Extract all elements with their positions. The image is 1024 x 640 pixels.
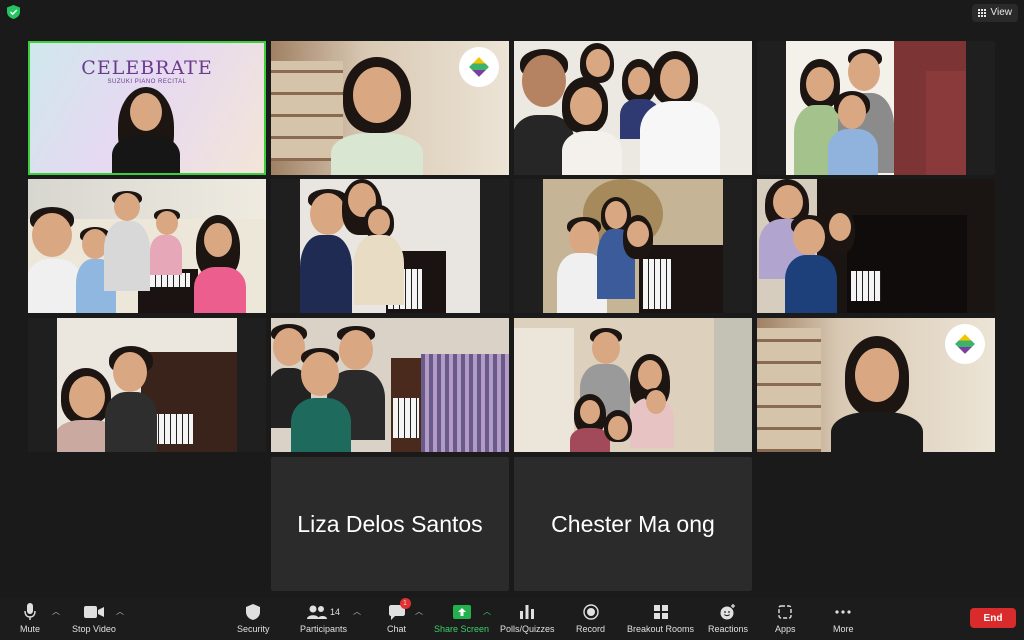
video-tile-celebrate[interactable]: CELEBRATE SUZUKI PIANO RECITAL xyxy=(28,41,266,175)
share-screen-button[interactable]: Share Screen xyxy=(434,603,489,634)
security-shield-icon xyxy=(246,604,261,620)
security-button[interactable]: Security xyxy=(237,603,270,634)
video-tile-10[interactable] xyxy=(271,318,509,452)
grid-view-icon xyxy=(977,8,987,18)
school-logo-icon xyxy=(945,324,985,364)
participants-options-caret-icon[interactable]: ︿ xyxy=(353,606,361,617)
apps-icon xyxy=(778,605,792,619)
encryption-shield-icon[interactable] xyxy=(7,5,20,19)
polls-quizzes-label: Polls/Quizzes xyxy=(500,624,555,634)
smiley-plus-icon xyxy=(720,604,736,620)
view-button[interactable]: View xyxy=(971,4,1018,22)
celebrate-title: CELEBRATE xyxy=(81,57,213,79)
breakout-rooms-button[interactable]: Breakout Rooms xyxy=(627,603,694,634)
reactions-button[interactable]: Reactions xyxy=(708,603,748,634)
security-label: Security xyxy=(237,624,270,634)
apps-label: Apps xyxy=(775,624,796,634)
end-meeting-button[interactable]: End xyxy=(970,608,1016,628)
more-button[interactable]: More xyxy=(833,603,854,634)
video-tile-11[interactable] xyxy=(514,318,752,452)
participant-tile-camera-off[interactable]: Chester Ma ong xyxy=(514,457,752,591)
participant-tile-camera-off[interactable]: Liza Delos Santos xyxy=(271,457,509,591)
chat-button[interactable]: 1 Chat xyxy=(387,598,411,634)
video-tile-9[interactable] xyxy=(28,318,266,452)
meeting-top-bar: View xyxy=(0,0,1024,26)
share-screen-label: Share Screen xyxy=(434,624,490,634)
video-tile-3[interactable] xyxy=(514,41,752,175)
participants-count: 14 xyxy=(330,607,341,617)
record-button[interactable]: Record xyxy=(576,603,605,634)
polls-quizzes-button[interactable]: Polls/Quizzes xyxy=(500,603,555,634)
view-label: View xyxy=(990,7,1013,18)
chat-label: Chat xyxy=(387,624,407,634)
record-icon xyxy=(582,604,599,620)
video-camera-icon xyxy=(83,606,104,618)
video-tile-4[interactable] xyxy=(757,41,995,175)
apps-button[interactable]: Apps xyxy=(775,603,796,634)
meeting-controls-toolbar: Mute ︿ Stop Video ︿ Security 14 Particip… xyxy=(0,598,1024,640)
participant-name: Liza Delos Santos xyxy=(297,510,483,537)
share-options-caret-icon[interactable]: ︿ xyxy=(483,606,491,617)
mute-button[interactable]: Mute xyxy=(20,603,40,634)
reactions-label: Reactions xyxy=(708,624,749,634)
record-label: Record xyxy=(576,624,606,634)
participants-icon xyxy=(307,605,327,619)
video-tile-2[interactable] xyxy=(271,41,509,175)
more-label: More xyxy=(833,624,854,634)
video-tile-5[interactable] xyxy=(28,179,266,313)
school-logo-icon xyxy=(459,47,499,87)
mute-label: Mute xyxy=(20,624,41,634)
bar-chart-icon xyxy=(520,605,535,619)
video-tile-6[interactable] xyxy=(271,179,509,313)
breakout-rooms-icon xyxy=(653,605,668,619)
chat-unread-badge: 1 xyxy=(399,598,411,609)
more-dots-icon xyxy=(835,610,851,614)
celebrate-subtitle: SUZUKI PIANO RECITAL xyxy=(107,79,187,85)
microphone-icon xyxy=(24,603,36,620)
stop-video-button[interactable]: Stop Video xyxy=(72,603,116,634)
video-options-caret-icon[interactable]: ︿ xyxy=(116,606,124,617)
participants-label: Participants xyxy=(300,624,348,634)
participants-button[interactable]: 14 Participants xyxy=(300,603,347,634)
chat-options-caret-icon[interactable]: ︿ xyxy=(415,606,423,617)
audio-options-caret-icon[interactable]: ︿ xyxy=(52,606,60,617)
video-tile-12[interactable] xyxy=(757,318,995,452)
share-screen-icon xyxy=(452,605,471,619)
participant-name: Chester Ma ong xyxy=(551,510,715,537)
breakout-rooms-label: Breakout Rooms xyxy=(627,624,695,634)
stop-video-label: Stop Video xyxy=(72,624,116,634)
video-tile-7[interactable] xyxy=(514,179,752,313)
video-tile-8[interactable] xyxy=(757,179,995,313)
